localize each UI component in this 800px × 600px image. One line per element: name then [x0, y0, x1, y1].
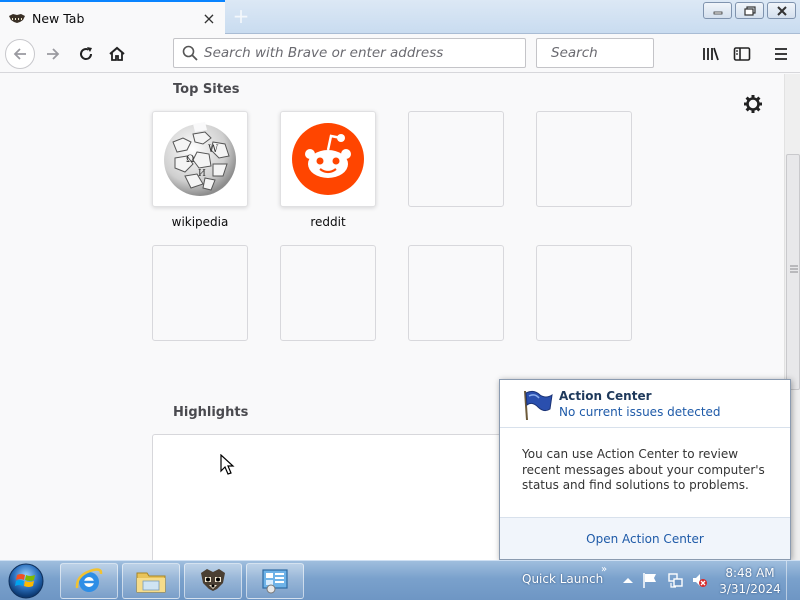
network-icon[interactable]: [667, 571, 683, 589]
action-center-header: Action Center No current issues detected: [500, 380, 790, 428]
action-center-popup: Action Center No current issues detected…: [499, 379, 791, 560]
action-center-description: You can use Action Center to review rece…: [522, 447, 765, 492]
reload-button[interactable]: [71, 39, 101, 69]
raccoon-icon: [8, 11, 26, 27]
minimize-button[interactable]: [703, 2, 732, 19]
library-icon: [703, 47, 719, 61]
empty-top-site-tile[interactable]: [152, 245, 248, 341]
top-site-label: wikipedia: [171, 215, 229, 229]
internet-explorer-icon: [75, 568, 103, 592]
search-bar[interactable]: [536, 38, 720, 68]
navigation-toolbar: [0, 35, 800, 73]
scrollbar-thumb[interactable]: [786, 154, 800, 390]
folder-icon: [136, 572, 166, 593]
address-bar[interactable]: [173, 38, 526, 68]
quick-launch-label[interactable]: Quick Launch: [522, 572, 603, 586]
quick-launch-chevron[interactable]: »: [601, 564, 607, 575]
sidebar-icon: [733, 47, 751, 61]
svg-text:И: И: [198, 169, 206, 179]
url-input[interactable]: [204, 45, 525, 61]
grip-icon: [790, 265, 798, 273]
hamburger-menu-icon: [775, 48, 787, 60]
taskbar-file-explorer[interactable]: [122, 563, 180, 599]
taskbar: Quick Launch » 8:48 AM 3/31/2024: [0, 560, 800, 600]
empty-top-site-tile[interactable]: [408, 111, 504, 207]
action-center-title: Action Center: [559, 389, 652, 403]
svg-text:Ω: Ω: [186, 154, 194, 165]
taskbar-control-panel[interactable]: [246, 563, 304, 599]
tab-new-tab[interactable]: New Tab ×: [0, 0, 225, 35]
back-button[interactable]: [5, 39, 35, 69]
svg-text:W: W: [208, 144, 219, 155]
system-clock[interactable]: 8:48 AM 3/31/2024: [718, 565, 782, 597]
mouse-cursor-icon: [220, 454, 235, 475]
action-center-tray-flag-icon[interactable]: [642, 571, 658, 589]
clock-time: 8:48 AM: [725, 566, 775, 580]
sidebar-button[interactable]: [728, 39, 756, 69]
clock-date: 3/31/2024: [719, 582, 781, 596]
control-panel-icon: [262, 569, 288, 594]
action-center-status: No current issues detected: [559, 405, 721, 419]
empty-top-site-tile[interactable]: [536, 245, 632, 341]
home-icon: [109, 46, 125, 61]
top-site-tile-wikipedia[interactable]: Ω W И: [152, 111, 248, 207]
forward-button[interactable]: [38, 39, 68, 69]
empty-top-site-tile[interactable]: [408, 245, 504, 341]
minimize-icon: [713, 11, 722, 14]
taskbar-internet-explorer[interactable]: [60, 563, 118, 599]
open-action-center-link[interactable]: Open Action Center: [586, 532, 704, 546]
raccoon-icon: [201, 569, 225, 591]
library-button[interactable]: [697, 39, 725, 69]
forward-arrow-icon: [47, 48, 60, 60]
reddit-icon: [292, 123, 364, 195]
search-icon: [182, 45, 198, 61]
title-bar: New Tab × +: [0, 0, 800, 35]
empty-top-site-tile[interactable]: [280, 245, 376, 341]
home-button[interactable]: [102, 39, 132, 69]
empty-top-site-tile[interactable]: [536, 111, 632, 207]
reload-icon: [80, 47, 93, 60]
show-hidden-icons-icon[interactable]: [620, 571, 636, 589]
windows-orb-icon: [8, 563, 44, 599]
close-window-button[interactable]: [767, 2, 796, 19]
back-arrow-icon: [13, 48, 26, 60]
start-button[interactable]: [6, 562, 46, 600]
gear-icon: [744, 95, 762, 113]
show-desktop-button[interactable]: [786, 561, 800, 600]
top-sites-heading: Top Sites: [173, 82, 240, 97]
action-center-flag-icon: [524, 390, 553, 420]
new-tab-button[interactable]: +: [230, 6, 252, 28]
top-site-label: reddit: [310, 215, 346, 229]
wikipedia-globe-icon: Ω W И: [164, 122, 236, 196]
close-tab-icon[interactable]: ×: [197, 7, 221, 31]
taskbar-browser[interactable]: [184, 563, 242, 599]
volume-muted-icon[interactable]: [691, 571, 707, 589]
settings-button[interactable]: [742, 93, 764, 115]
restore-icon: [743, 5, 756, 16]
highlights-panel: [152, 434, 512, 560]
highlights-heading: Highlights: [173, 405, 249, 420]
tab-title: New Tab: [32, 11, 85, 26]
top-site-tile-reddit[interactable]: [280, 111, 376, 207]
action-center-footer: Open Action Center: [500, 517, 790, 559]
search-input[interactable]: [551, 45, 720, 61]
close-icon: [776, 5, 787, 16]
restore-button[interactable]: [735, 2, 764, 19]
menu-button[interactable]: [767, 39, 795, 69]
